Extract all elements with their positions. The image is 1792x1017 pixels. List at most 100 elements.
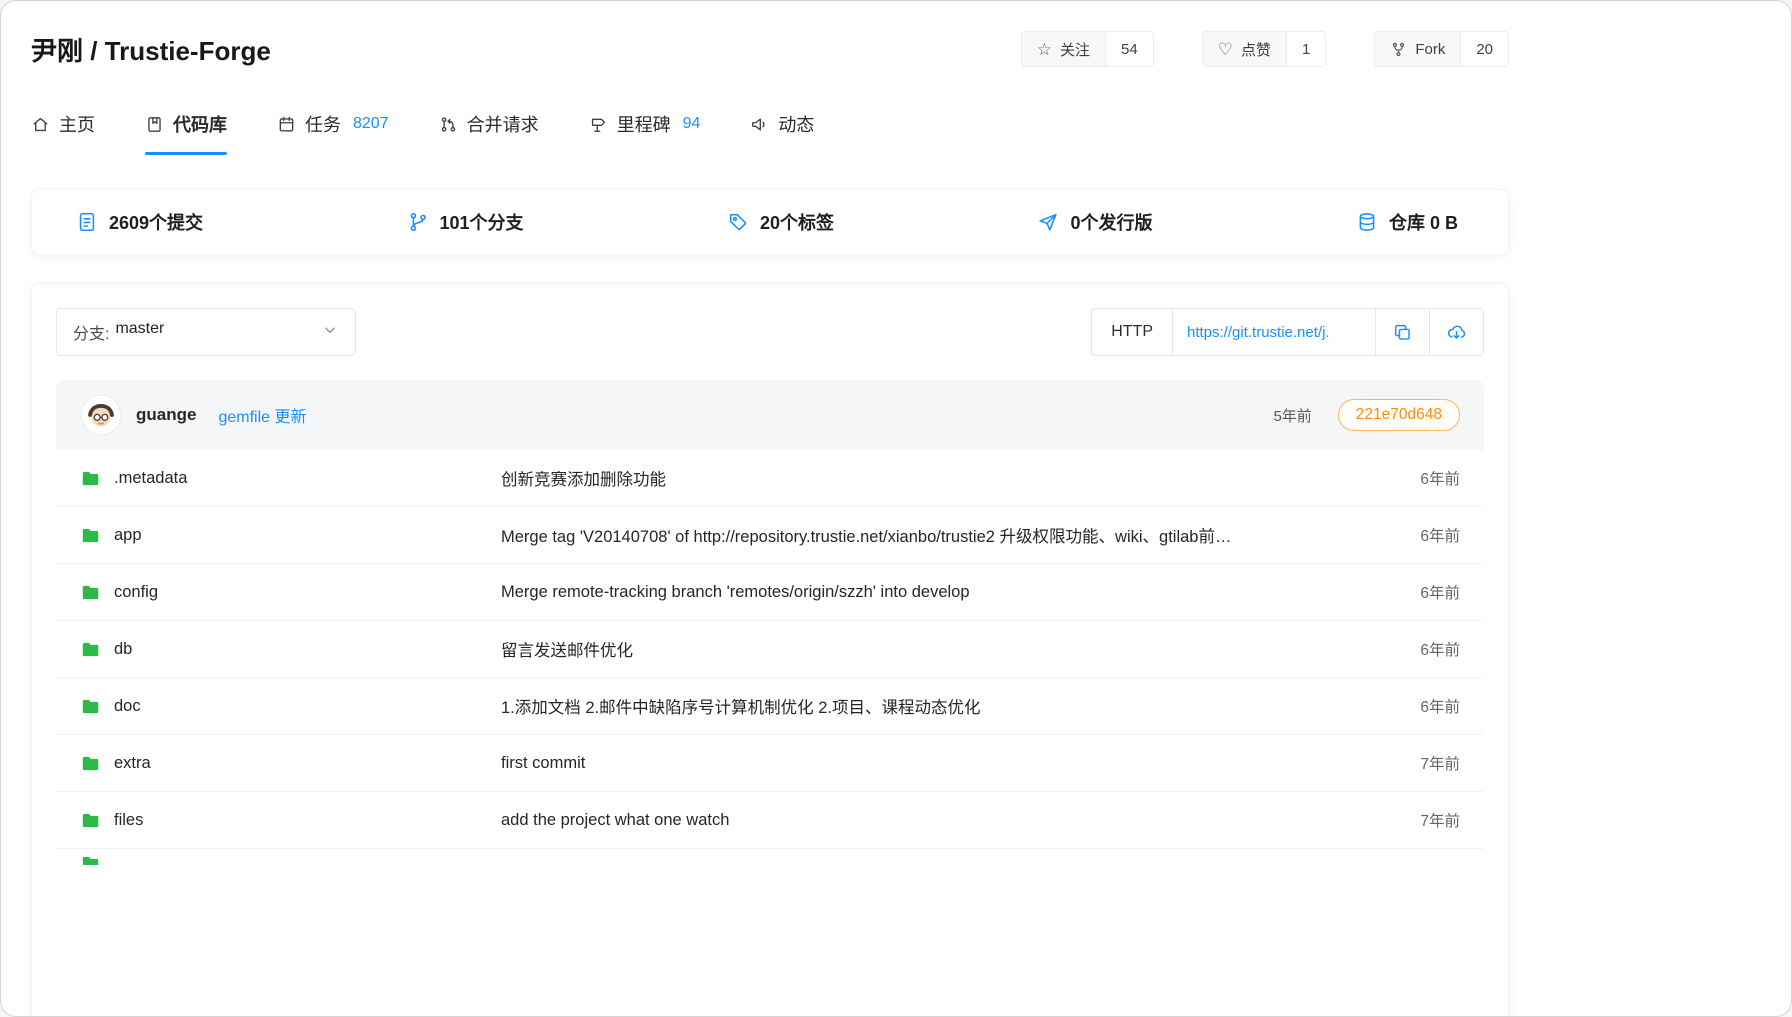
- file-commit-time: 7年前: [1420, 809, 1460, 831]
- repo-toolbar: 分支: master HTTP https://git.trustie.net/…: [56, 308, 1484, 356]
- praise-label: 点赞: [1241, 39, 1271, 60]
- tag-icon: [727, 211, 749, 233]
- file-row[interactable]: .metadata 创新竞赛添加删除功能 6年前: [56, 450, 1484, 507]
- home-icon: [31, 115, 50, 134]
- repo-header: 尹刚 / Trustie-Forge ☆ 关注 54 ♡ 点赞 1: [31, 27, 1509, 71]
- stat-commits[interactable]: 2609个提交: [76, 209, 203, 235]
- cloud-download-icon: [1446, 322, 1467, 343]
- file-name[interactable]: files: [114, 811, 143, 830]
- latest-commit-row[interactable]: guange gemfile 更新 5年前 221e70d648: [56, 380, 1484, 450]
- file-name[interactable]: .metadata: [114, 469, 187, 488]
- tab-pulls[interactable]: 合并请求: [439, 111, 539, 155]
- page-content: 尹刚 / Trustie-Forge ☆ 关注 54 ♡ 点赞 1: [31, 27, 1509, 1017]
- file-commit-time: 6年前: [1420, 581, 1460, 603]
- file-row[interactable]: files add the project what one watch 7年前: [56, 792, 1484, 849]
- tab-code[interactable]: 代码库: [145, 111, 227, 155]
- tab-activity-label: 动态: [778, 111, 814, 137]
- file-row[interactable]: config Merge remote-tracking branch 'rem…: [56, 564, 1484, 621]
- repo-nav-tabs: 主页 代码库 任务 8207 合并请求 里程碑 94 动态: [31, 111, 1509, 155]
- file-commit-message: first commit: [501, 754, 1420, 773]
- file-row-partial[interactable]: [56, 849, 1484, 865]
- stat-releases-label: 0个发行版: [1070, 209, 1152, 235]
- commit-message-link[interactable]: gemfile 更新: [218, 403, 306, 427]
- commit-icon: [76, 211, 98, 233]
- tab-activity[interactable]: 动态: [750, 111, 814, 155]
- watch-label: 关注: [1060, 39, 1090, 60]
- file-commit-message: 1.添加文档 2.邮件中缺陷序号计算机制优化 2.项目、课程动态优化: [501, 694, 1420, 718]
- clone-protocol-button[interactable]: HTTP: [1092, 309, 1173, 355]
- commit-author[interactable]: guange: [136, 405, 196, 425]
- app-window: 尹刚 / Trustie-Forge ☆ 关注 54 ♡ 点赞 1: [0, 0, 1792, 1017]
- stat-tags-label: 20个标签: [760, 209, 834, 235]
- branch-prefix-label: 分支:: [73, 320, 109, 344]
- file-commit-time: 6年前: [1420, 638, 1460, 660]
- branch-icon: [407, 211, 429, 233]
- file-name[interactable]: app: [114, 526, 142, 545]
- file-commit-time: 6年前: [1420, 467, 1460, 489]
- page-title: 尹刚 / Trustie-Forge: [31, 31, 271, 68]
- fork-button[interactable]: Fork 20: [1374, 31, 1509, 67]
- repo-actions: ☆ 关注 54 ♡ 点赞 1 Fork: [1021, 31, 1509, 67]
- milestone-icon: [589, 115, 608, 134]
- copy-url-button[interactable]: [1375, 309, 1429, 355]
- tab-code-label: 代码库: [173, 111, 227, 137]
- tab-milestones[interactable]: 里程碑 94: [589, 111, 701, 155]
- stat-branches-label: 101个分支: [440, 209, 524, 235]
- copy-icon: [1392, 322, 1413, 343]
- tab-issues[interactable]: 任务 8207: [277, 111, 389, 155]
- file-row[interactable]: doc 1.添加文档 2.邮件中缺陷序号计算机制优化 2.项目、课程动态优化 6…: [56, 678, 1484, 735]
- repo-stats-bar: 2609个提交 101个分支 20个标签 0个发行版 仓库 0 B: [31, 189, 1509, 255]
- database-icon: [1356, 211, 1378, 233]
- watch-count[interactable]: 54: [1105, 32, 1153, 66]
- commit-sha-badge[interactable]: 221e70d648: [1338, 399, 1460, 431]
- tab-pulls-label: 合并请求: [467, 111, 539, 137]
- file-commit-message: add the project what one watch: [501, 811, 1420, 830]
- folder-icon: [80, 853, 101, 865]
- avatar[interactable]: [80, 394, 122, 436]
- activity-icon: [750, 115, 769, 134]
- star-icon: ☆: [1037, 41, 1052, 58]
- fork-icon: [1390, 41, 1407, 58]
- download-button[interactable]: [1429, 309, 1483, 355]
- fork-label: Fork: [1415, 41, 1445, 58]
- file-name[interactable]: db: [114, 640, 132, 659]
- heart-icon: ♡: [1218, 41, 1233, 58]
- file-commit-time: 6年前: [1420, 524, 1460, 546]
- stat-branches[interactable]: 101个分支: [407, 209, 524, 235]
- clone-url-field[interactable]: https://git.trustie.net/j.: [1173, 309, 1375, 355]
- branch-selector[interactable]: 分支: master: [56, 308, 356, 356]
- repo-icon: [145, 115, 164, 134]
- task-icon: [277, 115, 296, 134]
- branch-name: master: [115, 320, 164, 344]
- folder-icon: [80, 468, 101, 489]
- file-row[interactable]: app Merge tag 'V20140708' of http://repo…: [56, 507, 1484, 564]
- file-name[interactable]: config: [114, 583, 158, 602]
- folder-icon: [80, 582, 101, 603]
- chevron-down-icon: [321, 321, 339, 339]
- file-commit-time: 7年前: [1420, 752, 1460, 774]
- stat-commits-label: 2609个提交: [109, 209, 203, 235]
- stat-repo-size[interactable]: 仓库 0 B: [1356, 209, 1458, 235]
- tab-home[interactable]: 主页: [31, 111, 95, 155]
- file-name[interactable]: doc: [114, 697, 141, 716]
- folder-icon: [80, 753, 101, 774]
- folder-icon: [80, 810, 101, 831]
- file-commit-message: 创新竞赛添加删除功能: [501, 466, 1420, 490]
- commit-time: 5年前: [1273, 405, 1311, 426]
- release-icon: [1037, 211, 1059, 233]
- file-row[interactable]: extra first commit 7年前: [56, 735, 1484, 792]
- file-commit-time: 6年前: [1420, 695, 1460, 717]
- clone-url-group: HTTP https://git.trustie.net/j.: [1091, 308, 1484, 356]
- file-name[interactable]: extra: [114, 754, 151, 773]
- tab-milestones-label: 里程碑: [617, 111, 671, 137]
- file-row[interactable]: db 留言发送邮件优化 6年前: [56, 621, 1484, 678]
- praise-count[interactable]: 1: [1286, 32, 1325, 66]
- file-commit-message: Merge remote-tracking branch 'remotes/or…: [501, 583, 1420, 602]
- folder-icon: [80, 696, 101, 717]
- stat-tags[interactable]: 20个标签: [727, 209, 834, 235]
- folder-icon: [80, 525, 101, 546]
- praise-button[interactable]: ♡ 点赞 1: [1202, 31, 1327, 67]
- watch-button[interactable]: ☆ 关注 54: [1021, 31, 1154, 67]
- stat-releases[interactable]: 0个发行版: [1037, 209, 1152, 235]
- fork-count[interactable]: 20: [1460, 32, 1508, 66]
